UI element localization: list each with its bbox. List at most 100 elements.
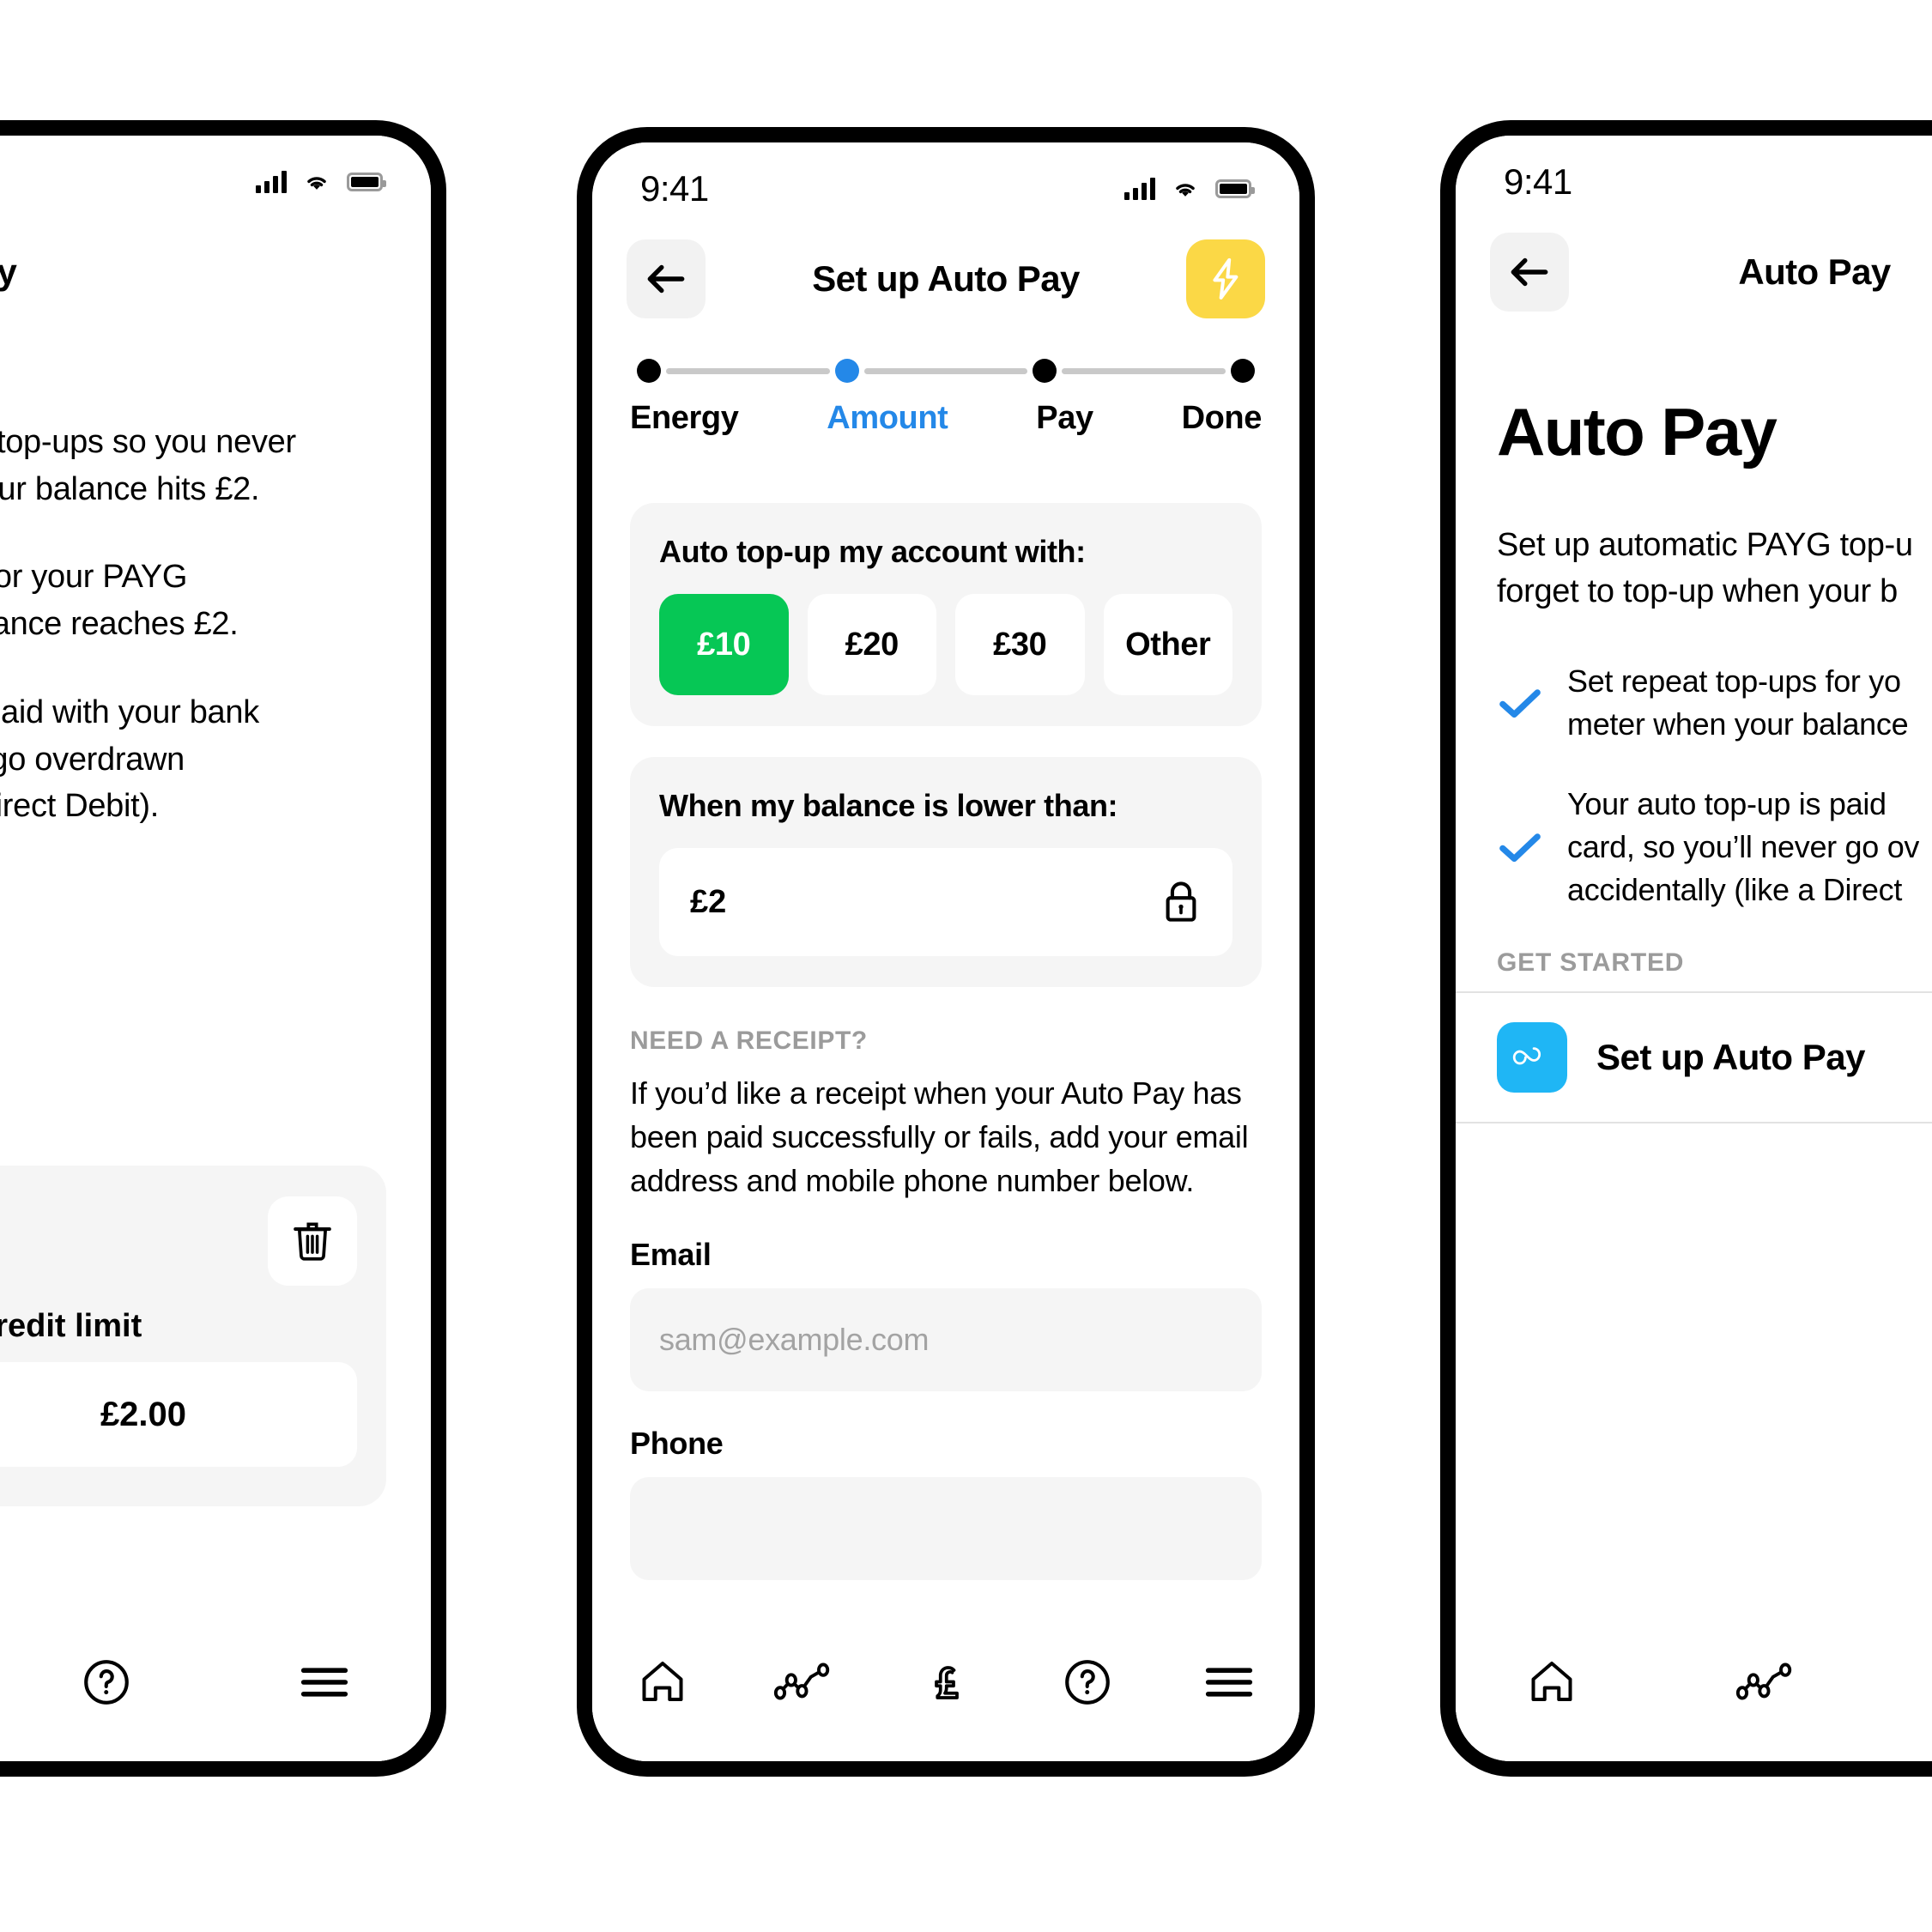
right-heading: Auto Pay <box>1497 394 1778 469</box>
phone-left: Auto Pay c PAYG top-ups so you never whe… <box>0 120 446 1777</box>
status-bar-right: 9:41 <box>1456 136 1932 213</box>
infinity-icon <box>1512 1047 1541 1065</box>
lock-icon <box>1166 881 1196 922</box>
usage-graph-icon <box>774 1662 830 1700</box>
step-label-done: Done <box>1181 400 1263 436</box>
email-placeholder: sam@example.com <box>659 1322 930 1358</box>
page-title-center: Set up Auto Pay <box>812 258 1080 299</box>
hamburger-icon <box>300 1668 348 1697</box>
pound-icon <box>935 1666 959 1699</box>
step-segment-3 <box>1062 367 1226 374</box>
divider-bottom <box>1456 1121 1932 1123</box>
tab-bar-center <box>592 1607 1299 1761</box>
step-dot-energy[interactable] <box>637 359 661 383</box>
amount-option-20[interactable]: £20 <box>807 594 936 695</box>
tab-usage[interactable] <box>760 1646 849 1718</box>
status-bar-center: 9:41 <box>592 142 1299 220</box>
amount-option-30[interactable]: £30 <box>955 594 1085 695</box>
credit-limit-card: Credit limit £2.00 <box>0 1166 386 1506</box>
amount-option-10[interactable]: £10 <box>659 594 789 695</box>
infinity-tile <box>1497 1021 1567 1093</box>
left-paragraph-1: c PAYG top-ups so you never when your ba… <box>0 424 296 507</box>
threshold-value: £2 <box>690 883 727 920</box>
step-dot-done[interactable] <box>1231 359 1256 383</box>
question-circle-icon <box>1064 1660 1110 1705</box>
back-button[interactable] <box>1490 233 1569 312</box>
quick-action-button[interactable] <box>1186 239 1265 318</box>
step-label-amount: Amount <box>827 400 948 436</box>
screen-center: 9:41 Set up Auto Pay Energy Amount Pay D… <box>592 142 1299 1761</box>
screen-right: 9:41 Auto Pay Auto Pay Set up automatic … <box>1456 136 1932 1761</box>
home-icon <box>1531 1662 1572 1701</box>
threshold-field[interactable]: £2 <box>659 848 1232 956</box>
benefit-item: Set repeat top-ups for yo meter when you… <box>1497 660 1932 747</box>
tab-bar-left <box>0 1607 431 1761</box>
arrow-left-icon <box>1511 257 1548 287</box>
step-dot-amount[interactable] <box>834 359 859 383</box>
trash-icon <box>294 1222 331 1261</box>
center-content: Auto top-up my account with: £10 £20 £30… <box>630 503 1262 1581</box>
question-circle-icon <box>84 1660 129 1705</box>
hamburger-icon <box>1205 1668 1252 1697</box>
progress-stepper: Energy Amount Pay Done <box>630 359 1262 437</box>
wifi-icon <box>307 177 326 190</box>
stepper-track <box>630 359 1262 383</box>
amount-option-other[interactable]: Other <box>1103 594 1232 695</box>
benefit-text: Your auto top-up is paid card, so you’ll… <box>1567 785 1920 908</box>
amount-card: Auto top-up my account with: £10 £20 £30… <box>630 503 1262 726</box>
receipt-kicker: NEED A RECEIPT? <box>630 1027 868 1055</box>
wifi-icon <box>1176 184 1195 197</box>
phone-field[interactable] <box>630 1477 1262 1581</box>
battery-icon <box>347 173 386 191</box>
signal-bars-icon <box>256 171 287 193</box>
amount-card-title: Auto top-up my account with: <box>659 534 1086 569</box>
status-time: 9:41 <box>640 168 709 209</box>
page-title-left: Auto Pay <box>0 251 397 293</box>
nav-bar-left: Auto Pay <box>0 225 431 319</box>
set-up-auto-pay-row[interactable]: Set up Auto Pay <box>1497 993 1932 1122</box>
tab-help[interactable] <box>62 1646 151 1718</box>
tab-menu[interactable] <box>280 1646 369 1718</box>
tab-bar-right <box>1456 1607 1932 1761</box>
battery-icon <box>1215 179 1255 198</box>
nav-bar-center: Set up Auto Pay <box>592 232 1299 326</box>
email-field[interactable]: sam@example.com <box>630 1288 1262 1392</box>
threshold-card: When my balance is lower than: £2 <box>630 757 1262 987</box>
right-intro: Set up automatic PAYG top-u forget to to… <box>1497 527 1913 609</box>
check-icon <box>1499 833 1541 863</box>
tab-menu[interactable] <box>1184 1646 1274 1718</box>
email-label: Email <box>630 1237 712 1273</box>
receipt-body: If you’d like a receipt when your Auto P… <box>630 1075 1249 1199</box>
status-bar-left <box>0 136 431 213</box>
get-started-kicker: GET STARTED <box>1497 948 1685 977</box>
delete-button[interactable] <box>268 1196 357 1286</box>
step-label-energy: Energy <box>630 400 739 436</box>
screenshot-canvas: Auto Pay c PAYG top-ups so you never whe… <box>0 0 1932 1932</box>
status-icons <box>256 171 386 193</box>
status-icons <box>1124 178 1255 200</box>
step-segment-2 <box>863 367 1028 374</box>
phone-label: Phone <box>630 1426 724 1462</box>
check-icon <box>1499 689 1541 718</box>
tab-usage[interactable] <box>1722 1646 1811 1718</box>
left-paragraph-2: op-ups for your PAYG your balance reache… <box>0 559 239 643</box>
page-title-right: Auto Pay <box>1738 251 1891 292</box>
tab-home[interactable] <box>1507 1646 1596 1718</box>
left-body-copy: c PAYG top-ups so you never when your ba… <box>0 419 431 871</box>
set-up-auto-pay-label: Set up Auto Pay <box>1596 1036 1865 1077</box>
phone-center: 9:41 Set up Auto Pay Energy Amount Pay D… <box>577 127 1315 1777</box>
left-paragraph-3: p-up is paid with your bank ll never go … <box>0 693 259 825</box>
right-body: Auto Pay Set up automatic PAYG top-u for… <box>1456 393 1932 1123</box>
tab-payments[interactable] <box>901 1646 990 1718</box>
credit-limit-value[interactable]: £2.00 <box>0 1362 357 1467</box>
usage-graph-icon <box>1735 1662 1792 1700</box>
tab-home[interactable] <box>618 1646 707 1718</box>
benefit-text: Set repeat top-ups for yo meter when you… <box>1567 663 1909 742</box>
credit-limit-row: £2.00 <box>0 1362 357 1467</box>
step-label-pay: Pay <box>1036 400 1093 436</box>
step-segment-1 <box>666 367 830 374</box>
back-button[interactable] <box>627 239 706 318</box>
arrow-left-icon <box>647 264 685 294</box>
step-dot-pay[interactable] <box>1033 359 1057 383</box>
tab-help[interactable] <box>1043 1646 1132 1718</box>
